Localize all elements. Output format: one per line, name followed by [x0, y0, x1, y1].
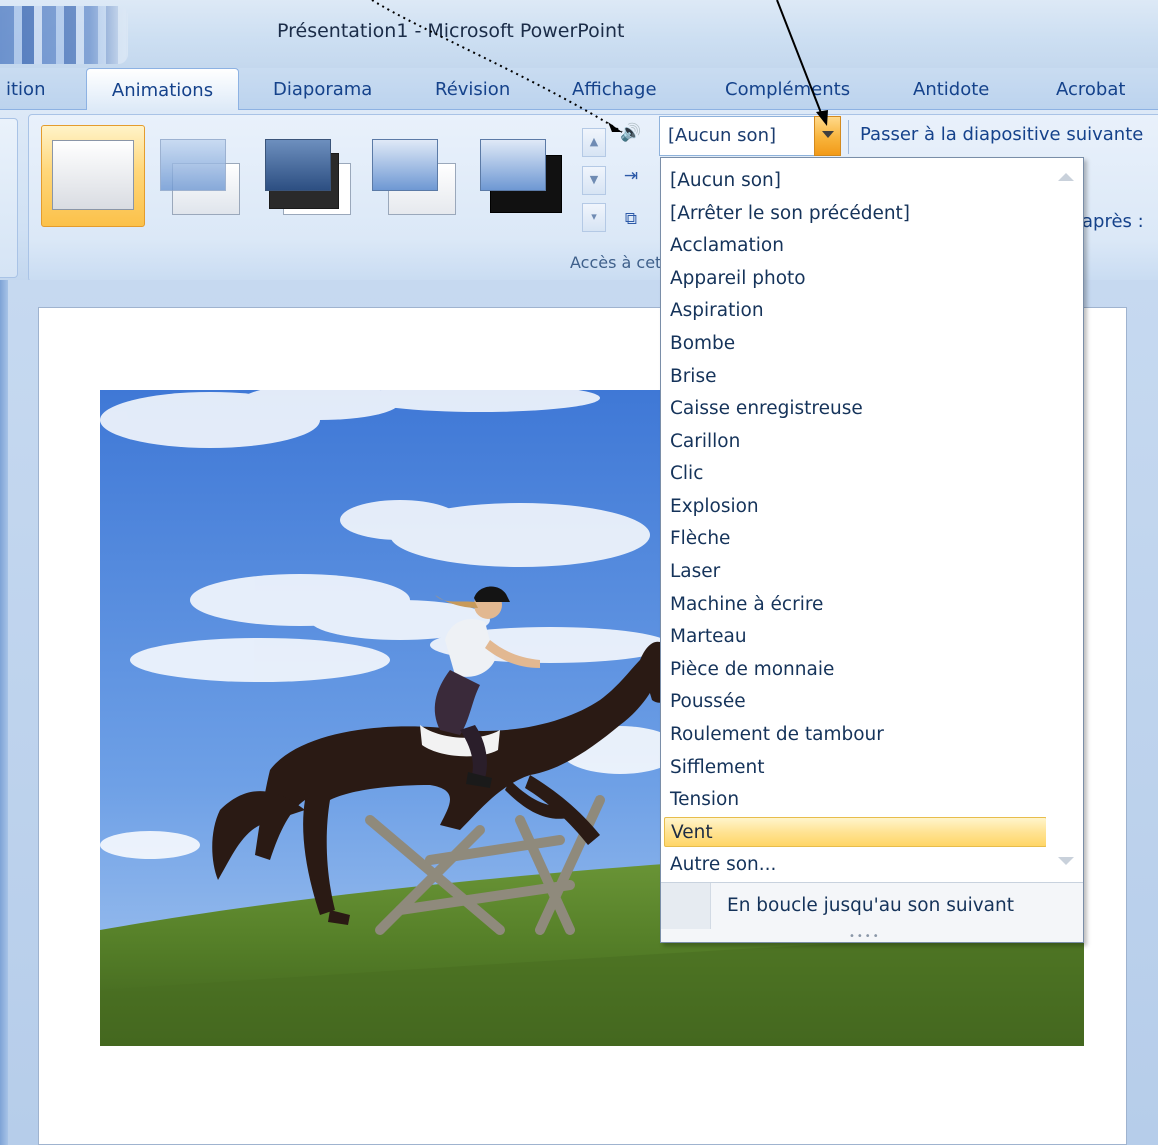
- loop-sound-label: En boucle jusqu'au son suivant: [727, 895, 1014, 916]
- resize-grip-icon[interactable]: ••••: [849, 931, 881, 942]
- sound-option[interactable]: Acclamation: [670, 231, 784, 261]
- tab-animations[interactable]: Animations: [86, 68, 239, 111]
- chevron-down-icon: [822, 131, 834, 138]
- office-logo[interactable]: [0, 6, 128, 64]
- scroll-down-icon[interactable]: [1058, 857, 1074, 865]
- transition-cut-thumbnail[interactable]: [368, 125, 472, 227]
- transition-fade-thumbnail[interactable]: [156, 125, 260, 227]
- sound-option[interactable]: Bombe: [670, 329, 735, 359]
- transition-speed-icon[interactable]: ⇥: [616, 163, 646, 189]
- scroll-up-icon[interactable]: [1058, 173, 1074, 181]
- ribbon-tabs: ition Animations Diaporama Révision Affi…: [0, 68, 1158, 111]
- tab-affichage[interactable]: Affichage: [572, 76, 657, 110]
- transition-none-thumbnail[interactable]: [41, 125, 145, 227]
- advance-on-click-label[interactable]: Passer à la diapositive suivante: [860, 124, 1143, 145]
- sound-option[interactable]: Machine à écrire: [670, 590, 823, 620]
- sound-dropdown-arrow[interactable]: [814, 116, 841, 156]
- gallery-scroll-up-button[interactable]: ▲: [582, 128, 606, 157]
- sound-option[interactable]: Aspiration: [670, 296, 764, 326]
- sound-option[interactable]: Tension: [670, 785, 739, 815]
- previous-group-edge: [0, 118, 18, 278]
- tab-revision[interactable]: Révision: [435, 76, 510, 110]
- workspace-edge: [0, 280, 8, 1145]
- tab-complements[interactable]: Compléments: [725, 76, 850, 110]
- sound-combobox-value: [Aucun son]: [668, 125, 776, 146]
- sound-option[interactable]: Explosion: [670, 492, 759, 522]
- sound-option[interactable]: Flèche: [670, 524, 730, 554]
- sound-option[interactable]: [Aucun son]: [670, 166, 781, 196]
- sound-option[interactable]: [Arrêter le son précédent]: [670, 199, 910, 229]
- sound-option[interactable]: Clic: [670, 459, 703, 489]
- gallery-more-button[interactable]: ▾: [582, 203, 606, 232]
- gallery-scroll-down-button[interactable]: ▼: [582, 166, 606, 195]
- sound-option[interactable]: Marteau: [670, 622, 747, 652]
- tab-acrobat[interactable]: Acrobat: [1056, 76, 1125, 110]
- dropdown-scrollbar[interactable]: [1046, 159, 1082, 881]
- sound-option[interactable]: Caisse enregistreuse: [670, 394, 863, 424]
- group-label: Accès à cett: [570, 253, 668, 272]
- title-bar: Présentation1 - Microsoft PowerPoint: [0, 0, 1158, 68]
- sound-option[interactable]: Brise: [670, 362, 716, 392]
- sound-option[interactable]: Sifflement: [670, 753, 765, 783]
- sound-option[interactable]: Pièce de monnaie: [670, 655, 834, 685]
- ribbon-separator: [848, 120, 849, 154]
- sound-option[interactable]: Roulement de tambour: [670, 720, 884, 750]
- apply-to-all-icon[interactable]: ⧉: [616, 206, 646, 232]
- other-sound-option[interactable]: Autre son...: [670, 850, 776, 880]
- transition-sound-icon[interactable]: 🔊: [616, 120, 646, 146]
- loop-sound-option[interactable]: En boucle jusqu'au son suivant ••••: [661, 882, 1083, 942]
- advance-after-label: après :: [1082, 211, 1144, 232]
- sound-option[interactable]: Appareil photo: [670, 264, 806, 294]
- tab-transitions-partial[interactable]: ition: [6, 76, 45, 110]
- sound-options-list: [Aucun son] [Arrêter le son précédent] A…: [661, 158, 1057, 882]
- tab-diaporama[interactable]: Diaporama: [273, 76, 372, 110]
- sound-dropdown-list: [Aucun son] [Arrêter le son précédent] A…: [660, 157, 1084, 943]
- window-title: Présentation1 - Microsoft PowerPoint: [277, 20, 625, 42]
- transition-cut-black-thumbnail[interactable]: [476, 125, 580, 227]
- sound-option[interactable]: Laser: [670, 557, 720, 587]
- tab-antidote[interactable]: Antidote: [913, 76, 989, 110]
- sound-option-highlighted[interactable]: Vent: [664, 817, 1047, 847]
- transition-fade-black-thumbnail[interactable]: [263, 125, 367, 227]
- sound-option[interactable]: Poussée: [670, 687, 746, 717]
- checkbox-column: [661, 883, 711, 929]
- sound-option[interactable]: Carillon: [670, 427, 740, 457]
